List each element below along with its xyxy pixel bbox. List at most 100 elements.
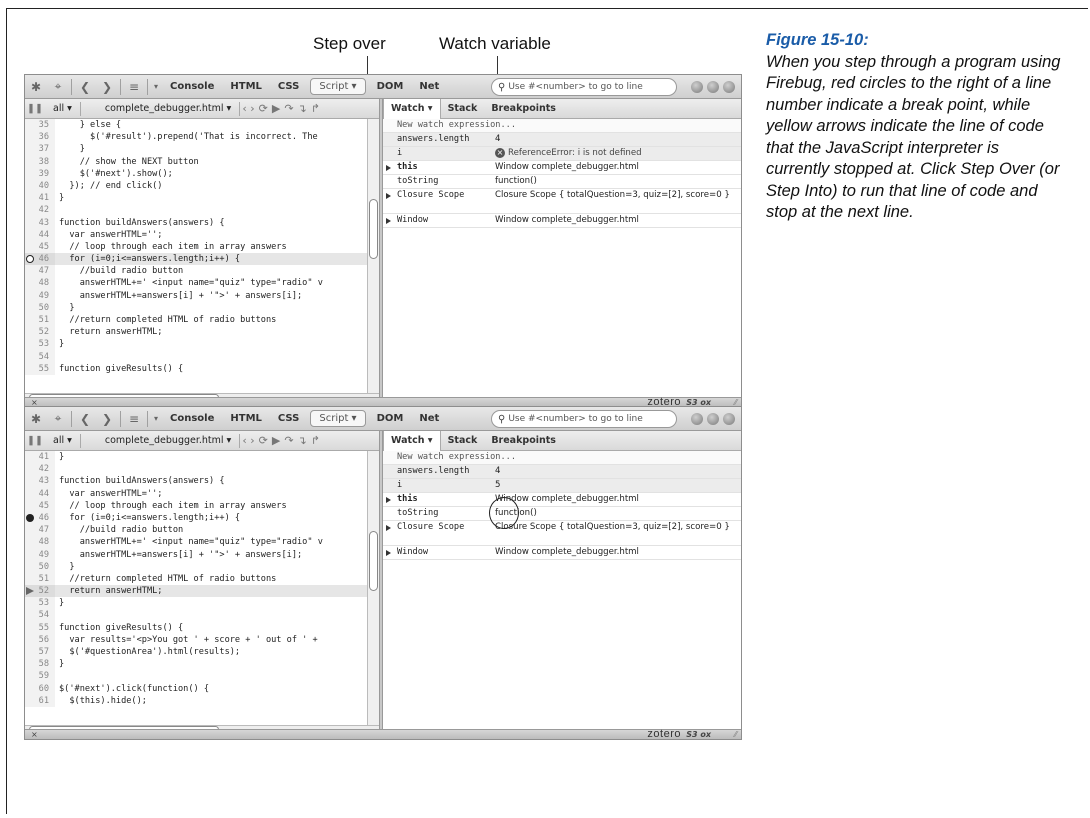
line-number[interactable]: 54 xyxy=(25,609,55,622)
line-number[interactable]: 60 xyxy=(25,682,55,695)
watch-name[interactable]: Closure Scope xyxy=(383,521,491,545)
expand-icon[interactable] xyxy=(386,165,391,171)
back-icon[interactable]: ❮ xyxy=(74,407,96,431)
code-line[interactable]: 47 //build radio button xyxy=(25,524,367,537)
code-line[interactable]: 61 $(this).hide(); xyxy=(25,694,367,707)
search-input[interactable]: ⚲ Use #<number> to go to line xyxy=(491,78,677,96)
watch-name[interactable]: this xyxy=(383,493,491,506)
code-line[interactable]: 44 var answerHTML=''; xyxy=(25,487,367,500)
line-number[interactable]: 54 xyxy=(25,350,55,363)
code-line[interactable]: 44 var answerHTML=''; xyxy=(25,228,367,241)
window-button[interactable] xyxy=(707,81,719,93)
step-over-icon[interactable]: ↷ xyxy=(284,434,293,447)
watch-row[interactable]: this Window complete_debugger.html xyxy=(383,493,741,507)
code-line[interactable]: 50 } xyxy=(25,301,367,314)
code-line[interactable]: 50 } xyxy=(25,560,367,573)
watch-name[interactable]: i xyxy=(383,479,491,492)
code-line[interactable]: 35 } else { xyxy=(25,119,367,132)
step-over-icon[interactable]: ↷ xyxy=(284,102,293,115)
rerun-icon[interactable]: ⟳ xyxy=(259,434,268,447)
code-line[interactable]: 55 function giveResults() { xyxy=(25,362,367,375)
expand-icon[interactable] xyxy=(386,193,391,199)
line-number[interactable]: 58 xyxy=(25,658,55,671)
code-line[interactable]: 36 $('#result').prepend('That is incorre… xyxy=(25,131,367,144)
close-icon[interactable]: × xyxy=(31,730,38,739)
tab-3[interactable]: Script ▾ xyxy=(310,78,366,95)
line-number[interactable]: 47 xyxy=(25,524,55,537)
window-button[interactable] xyxy=(691,81,703,93)
step-out-icon[interactable]: ↱ xyxy=(311,102,320,115)
scroll-arrows-icon[interactable]: ‹ › xyxy=(242,102,254,115)
code-line[interactable]: 59 xyxy=(25,670,367,683)
line-number[interactable]: 38 xyxy=(25,155,55,168)
window-button[interactable] xyxy=(723,81,735,93)
tab-5[interactable]: Net xyxy=(411,75,447,99)
tab-3[interactable]: Script ▾ xyxy=(310,410,366,427)
watch-name[interactable]: toString xyxy=(383,175,491,188)
code-line[interactable]: 41} xyxy=(25,192,367,205)
script-file-select[interactable]: complete_debugger.html ▾ xyxy=(97,433,241,448)
window-button[interactable] xyxy=(691,413,703,425)
watch-name[interactable]: answers.length xyxy=(383,465,491,478)
forward-icon[interactable]: ❯ xyxy=(96,407,118,431)
line-number[interactable]: 45 xyxy=(25,240,55,254)
pause-icon[interactable]: ❚❚ xyxy=(25,103,45,114)
tab-5[interactable]: Net xyxy=(411,407,447,431)
line-number[interactable]: 43 xyxy=(25,475,55,488)
line-number[interactable]: 48 xyxy=(25,277,55,290)
continue-icon[interactable]: ▶ xyxy=(272,102,280,115)
s3-label[interactable]: S3 ox xyxy=(686,730,711,739)
dropdown-icon[interactable]: ▾ xyxy=(150,407,162,431)
line-number[interactable]: 57 xyxy=(25,646,55,659)
line-number[interactable]: 37 xyxy=(25,143,55,156)
breakpoint-icon[interactable] xyxy=(26,514,34,522)
watch-tab-0[interactable]: Watch ▾ xyxy=(383,430,441,451)
watch-name[interactable]: Window xyxy=(383,214,491,227)
line-number[interactable]: 50 xyxy=(25,301,55,314)
watch-name[interactable]: i xyxy=(383,147,491,160)
watch-row[interactable]: i × ReferenceError: i is not defined xyxy=(383,147,741,161)
expand-icon[interactable] xyxy=(386,525,391,531)
watch-name[interactable]: answers.length xyxy=(383,133,491,146)
code-line[interactable]: 47 //build radio button xyxy=(25,265,367,278)
line-number[interactable]: 51 xyxy=(25,572,55,586)
line-number[interactable]: 44 xyxy=(25,487,55,500)
firebug-bug-icon[interactable]: ✱ xyxy=(25,407,47,431)
watch-tab-2[interactable]: Breakpoints xyxy=(484,99,563,119)
code-line[interactable]: 42 xyxy=(25,204,367,217)
expand-icon[interactable] xyxy=(386,218,391,224)
code-line[interactable]: 38 // show the NEXT button xyxy=(25,155,367,168)
dropdown-icon[interactable]: ▾ xyxy=(150,75,162,99)
code-line[interactable]: 45 // loop through each item in array an… xyxy=(25,499,367,512)
resize-grip-icon[interactable]: ⁄⁄ xyxy=(734,730,737,739)
line-number[interactable]: 47 xyxy=(25,265,55,278)
line-number[interactable]: 35 xyxy=(25,119,55,132)
watch-name[interactable]: Closure Scope xyxy=(383,189,491,213)
watch-row[interactable]: toString function() xyxy=(383,175,741,189)
zotero-label[interactable]: zotero xyxy=(647,728,681,739)
line-number[interactable]: 53 xyxy=(25,338,55,351)
code-line[interactable]: 52 return answerHTML; xyxy=(25,326,367,339)
code-line[interactable]: 48 answerHTML+=' <input name="quiz" type… xyxy=(25,277,367,290)
watch-row[interactable]: answers.length 4 xyxy=(383,133,741,147)
step-into-icon[interactable]: ↴ xyxy=(298,102,307,115)
current-line-arrow-icon[interactable] xyxy=(26,587,34,596)
watch-row[interactable]: Closure Scope Closure Scope { totalQuesti… xyxy=(383,521,741,546)
code-line[interactable]: 43 function buildAnswers(answers) { xyxy=(25,216,367,229)
tab-0[interactable]: Console xyxy=(162,407,222,431)
code-line[interactable]: 37 } xyxy=(25,143,367,156)
tab-2[interactable]: CSS xyxy=(270,407,307,431)
tab-1[interactable]: HTML xyxy=(222,407,270,431)
watch-name[interactable]: toString xyxy=(383,507,491,520)
code-vertical-scrollbar[interactable] xyxy=(367,119,379,393)
code-line[interactable]: 45 // loop through each item in array an… xyxy=(25,240,367,254)
line-number[interactable]: 50 xyxy=(25,560,55,573)
tab-1[interactable]: HTML xyxy=(222,75,270,99)
step-into-icon[interactable]: ↴ xyxy=(298,434,307,447)
code-line[interactable]: 42 xyxy=(25,463,367,476)
back-icon[interactable]: ❮ xyxy=(74,75,96,99)
inspect-icon[interactable]: ⌖ xyxy=(47,75,69,99)
line-number[interactable]: 52 xyxy=(25,326,55,339)
watch-row[interactable]: i5 xyxy=(383,479,741,493)
code-line[interactable]: 46 for (i=0;i<=answers.length;i++) { xyxy=(25,511,367,525)
